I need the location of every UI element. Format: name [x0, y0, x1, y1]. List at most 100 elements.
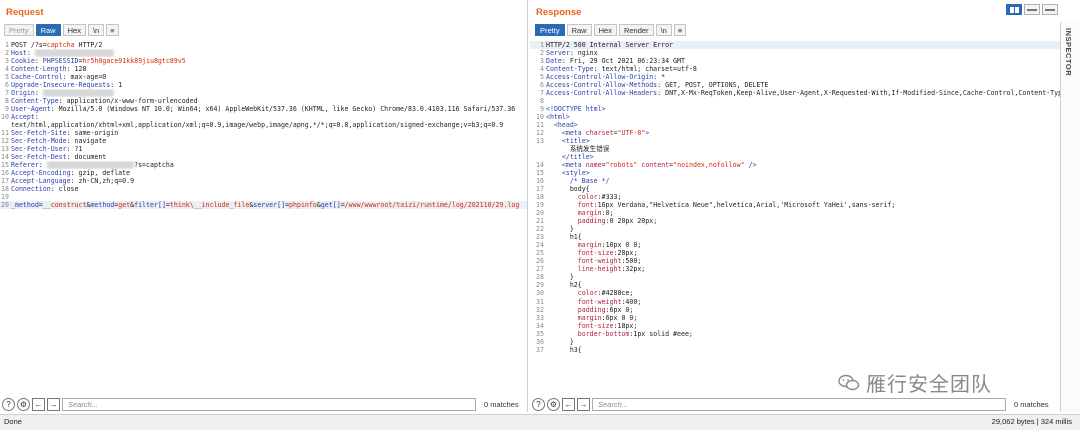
tab-pretty[interactable]: Pretty	[4, 24, 34, 36]
settings-gear-icon[interactable]: ⚙	[547, 397, 560, 411]
line-text: line-height:32px;	[546, 265, 1060, 273]
code-line: </title>	[530, 153, 1060, 161]
code-line: 26 font-weight:500;	[530, 257, 1060, 265]
code-line: 17 Accept-Language: zh-CN,zh;q=0.9	[0, 177, 527, 185]
code-token: Sec-Fetch-Mode	[11, 137, 67, 146]
tab-render[interactable]: Render	[618, 24, 654, 36]
line-text: }	[546, 338, 1060, 346]
line-number: 15	[536, 169, 544, 178]
layout-toggle-group	[1006, 4, 1058, 15]
code-line: 20 _method=__construct&method=get&filter[…	[0, 201, 527, 210]
code-token: :1px solid #eee;	[629, 329, 693, 338]
code-token: method	[90, 201, 115, 210]
split-horizontal-layout-icon[interactable]	[1006, 4, 1022, 15]
line-number: 1	[540, 41, 544, 49]
line-number: 22	[536, 225, 544, 234]
inspector-panel[interactable]: INSPECTOR	[1060, 22, 1080, 412]
code-line: 22 }	[530, 225, 1060, 233]
line-number: 36	[536, 337, 544, 346]
line-text: body{	[546, 185, 1060, 193]
line-number: 16	[1, 169, 9, 178]
search-next-button[interactable]: →	[577, 397, 590, 411]
code-token: font-weight	[577, 257, 622, 266]
line-text: Connection: close	[11, 185, 527, 193]
line-number: 9	[540, 105, 544, 114]
tab-pretty[interactable]: Pretty	[535, 24, 565, 36]
line-text: h3{	[546, 346, 1060, 354]
code-line: 34 font-size:18px;	[530, 322, 1060, 330]
code-token: Upgrade-Insecure-Requests	[11, 81, 111, 90]
code-line: 19	[0, 193, 527, 201]
code-token: "UTF-8"	[617, 129, 646, 138]
code-token: Cache-Control	[11, 73, 63, 82]
code-token: Content-Type	[546, 65, 594, 74]
split-vertical-layout-icon[interactable]	[1024, 4, 1040, 15]
code-token: :#4288ce;	[597, 289, 634, 298]
code-line: 29 h2{	[530, 281, 1060, 289]
tab-raw[interactable]: Raw	[566, 24, 592, 36]
code-token: : ?1	[66, 145, 83, 154]
code-line: 18 color:#333;	[530, 193, 1060, 201]
code-token: PHPSESSID	[42, 57, 79, 66]
code-token: :	[34, 89, 43, 98]
line-text: Access-Control-Allow-Headers: DNT,X-Mx-R…	[546, 89, 1060, 97]
code-token: :6px 0 0;	[601, 313, 638, 322]
line-text: font-weight:500;	[546, 257, 1060, 265]
search-next-button[interactable]: →	[47, 397, 60, 411]
code-token: h2{	[546, 281, 582, 290]
code-token: font-size	[577, 321, 614, 330]
line-number: 23	[536, 233, 544, 242]
line-text: Cache-Control: max-age=0	[11, 73, 527, 81]
line-text: Accept:	[11, 113, 527, 121]
search-prev-button[interactable]: ←	[562, 397, 575, 411]
line-text: }	[546, 273, 1060, 281]
request-view-tabs: Pretty Raw Hex \n ≡	[4, 24, 119, 36]
tab-newline-toggle[interactable]: \n	[87, 24, 105, 36]
code-token: :6px 0;	[605, 305, 634, 314]
code-token: margin	[577, 313, 602, 322]
line-number: 3	[5, 57, 9, 66]
code-token: <meta	[561, 129, 586, 138]
code-line: 24 margin:10px 0 0;	[530, 241, 1060, 249]
settings-gear-icon[interactable]: ⚙	[17, 397, 30, 411]
request-search-input[interactable]: Search...	[62, 397, 476, 411]
line-text: Sec-Fetch-User: ?1	[11, 145, 527, 153]
response-search-input[interactable]: Search...	[592, 397, 1006, 411]
code-line: 15 <style>	[530, 169, 1060, 177]
line-number: 7	[540, 89, 544, 98]
code-token: : zh-CN,zh;q=0.9	[70, 177, 135, 186]
response-pane: Response Pretty Raw Hex Render \n ≡ 1 HTTP/2 5…	[530, 0, 1060, 412]
code-line: 12 <meta charset="UTF-8">	[530, 129, 1060, 137]
code-token: :0 20px 20px;	[605, 217, 658, 226]
line-number: 8	[540, 97, 544, 106]
menu-icon[interactable]: ≡	[106, 24, 119, 36]
search-prev-button[interactable]: ←	[32, 397, 45, 411]
tab-hex[interactable]: Hex	[593, 24, 617, 36]
line-number: 26	[536, 257, 544, 266]
tab-raw[interactable]: Raw	[35, 24, 61, 36]
help-icon[interactable]: ?	[2, 397, 15, 411]
line-number: 2	[5, 49, 9, 58]
menu-icon[interactable]: ≡	[673, 24, 687, 36]
line-number: 34	[536, 321, 544, 330]
code-line: 36 }	[530, 338, 1060, 346]
code-line: 12 Sec-Fetch-Mode: navigate	[0, 137, 527, 145]
line-text: Referer: xxxxxxxxxxxxxxxxxxxxxx?s=captch…	[11, 161, 527, 170]
request-editor[interactable]: 1POST /?s=captcha HTTP/22Host: xxxxxxxxx…	[0, 41, 527, 391]
tab-newline-toggle[interactable]: \n	[655, 24, 672, 36]
code-token: charset	[585, 129, 614, 138]
request-matches-count: 0 matches	[484, 399, 519, 409]
tab-hex[interactable]: Hex	[62, 24, 86, 36]
help-icon[interactable]: ?	[532, 397, 545, 411]
code-line: 9 <!DOCTYPE html>	[530, 105, 1060, 113]
line-text: padding:6px 0;	[546, 306, 1060, 314]
line-text	[546, 97, 1060, 105]
code-token: Sec-Fetch-Dest	[11, 153, 67, 162]
line-number: 30	[536, 289, 544, 298]
single-pane-layout-icon[interactable]	[1042, 4, 1058, 15]
code-token: :18px;	[613, 321, 638, 330]
response-editor[interactable]: 1 HTTP/2 500 Internal Server Error 2 Server…	[530, 41, 1060, 391]
wechat-logo-icon	[838, 374, 860, 390]
